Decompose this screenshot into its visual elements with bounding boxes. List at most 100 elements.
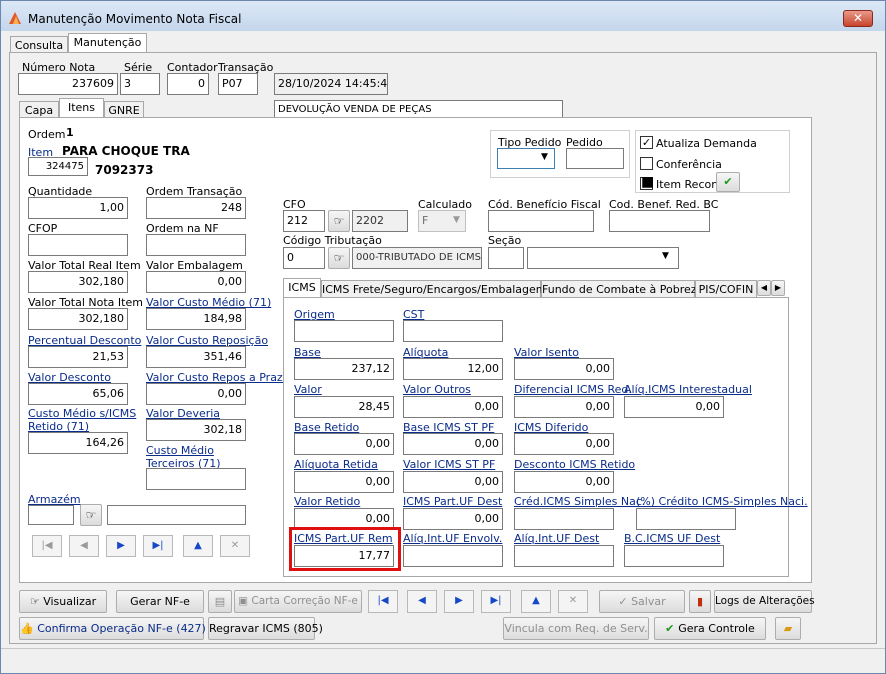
- next-record-icon[interactable]: ▶: [106, 535, 136, 557]
- base-icms-st-pf-field[interactable]: 0,00: [403, 433, 503, 455]
- confirma-operacao-button[interactable]: 👍 Confirma Operação NF-e (427): [19, 617, 206, 640]
- pct-credito-simples-field[interactable]: [636, 508, 736, 530]
- aliquota-retida-field[interactable]: 0,00: [294, 471, 394, 493]
- numero-nota-field[interactable]: 237609: [18, 73, 118, 95]
- tab-manutencao[interactable]: Manutenção: [68, 33, 147, 53]
- last-record-icon[interactable]: ▶|: [143, 535, 173, 557]
- tributacao-lookup-icon[interactable]: ☞: [328, 247, 350, 269]
- atualiza-demanda-checkbox[interactable]: ✓: [640, 136, 653, 149]
- tabs-scroll-left-icon[interactable]: ◀: [757, 280, 771, 296]
- printer-icon[interactable]: ▤: [208, 590, 232, 613]
- cst-field[interactable]: [403, 320, 503, 342]
- icms-part-uf-rem-field[interactable]: 17,77: [294, 545, 394, 567]
- bottom-insert-icon[interactable]: ▲: [521, 590, 551, 613]
- bottom-cancel-icon[interactable]: ✕: [558, 590, 588, 613]
- cfo-lookup-icon[interactable]: ☞: [328, 210, 350, 232]
- aliq-int-uf-dest-label[interactable]: Alíq.Int.UF Dest: [514, 532, 599, 545]
- valor-icms-st-pf-label[interactable]: Valor ICMS ST PF: [403, 458, 495, 471]
- valor-embalagem-field[interactable]: 0,00: [146, 271, 246, 293]
- valor-retido-label[interactable]: Valor Retido: [294, 495, 360, 508]
- secao-chevron-icon[interactable]: ▼: [662, 251, 669, 261]
- gera-controle-button[interactable]: ✔ Gera Controle: [654, 617, 766, 640]
- delete-record-icon[interactable]: ✕: [220, 535, 250, 557]
- insert-record-icon[interactable]: ▲: [183, 535, 213, 557]
- visualizar-button[interactable]: ☞ Visualizar: [19, 590, 107, 613]
- carta-correcao-button[interactable]: ▣ Carta Correção NF-e: [234, 590, 362, 613]
- close-button[interactable]: ✕: [843, 10, 873, 27]
- transacao-field[interactable]: P07: [218, 73, 258, 95]
- origem-field[interactable]: [294, 320, 394, 342]
- aliq-int-uf-dest-field[interactable]: [514, 545, 614, 567]
- aliquota-field[interactable]: 12,00: [403, 358, 503, 380]
- custo-medio-terceiros-field[interactable]: [146, 468, 246, 490]
- custo-medio-sicms-label-1[interactable]: Custo Médio s/ICMS: [28, 407, 136, 420]
- aliq-int-uf-envolv-field[interactable]: [403, 545, 503, 567]
- cred-icms-simples-label[interactable]: Créd.ICMS Simples Nac.: [514, 495, 645, 508]
- diferencial-icms-field[interactable]: 0,00: [514, 396, 614, 418]
- desconto-icms-retido-field[interactable]: 0,00: [514, 471, 614, 493]
- icms-diferido-field[interactable]: 0,00: [514, 433, 614, 455]
- aliq-interestadual-label[interactable]: Alíq.ICMS Interestadual: [624, 383, 752, 396]
- ordem-transacao-field[interactable]: 248: [146, 197, 246, 219]
- desconto-icms-retido-label[interactable]: Desconto ICMS Retido: [514, 458, 635, 471]
- secao-select[interactable]: [527, 247, 679, 269]
- ordem-nf-field[interactable]: [146, 234, 246, 256]
- armazem-lookup-icon[interactable]: ☞: [80, 504, 102, 526]
- cfo-field[interactable]: 212: [283, 210, 325, 232]
- valor-outros-field[interactable]: 0,00: [403, 396, 503, 418]
- bottom-next-icon[interactable]: ▶: [444, 590, 474, 613]
- cod-benef-red-field[interactable]: [609, 210, 710, 232]
- valor-total-nota-field[interactable]: 302,180: [28, 308, 128, 330]
- contador-field[interactable]: 0: [167, 73, 209, 95]
- armazem-field[interactable]: [28, 505, 74, 525]
- salvar-button[interactable]: ✓ Salvar: [599, 590, 685, 613]
- cred-icms-simples-field[interactable]: [514, 508, 614, 530]
- bottom-first-icon[interactable]: |◀: [368, 590, 398, 613]
- first-record-icon[interactable]: |◀: [32, 535, 62, 557]
- exit-door-icon[interactable]: ▮: [689, 590, 711, 613]
- valor-field[interactable]: 28,45: [294, 396, 394, 418]
- aliq-interestadual-field[interactable]: 0,00: [624, 396, 724, 418]
- item-recon-checkbox[interactable]: ■: [640, 175, 654, 190]
- tabs-scroll-right-icon[interactable]: ▶: [771, 280, 785, 296]
- diferencial-icms-label[interactable]: Diferencial ICMS Red.: [514, 383, 632, 396]
- quantidade-field[interactable]: 1,00: [28, 197, 128, 219]
- valor-outros-label[interactable]: Valor Outros: [403, 383, 471, 396]
- conferencia-checkbox[interactable]: [640, 157, 653, 170]
- item-code-field[interactable]: 324475: [28, 157, 88, 176]
- valor-custo-medio-field[interactable]: 184,98: [146, 308, 246, 330]
- valor-icms-st-pf-field[interactable]: 0,00: [403, 471, 503, 493]
- vincula-req-button[interactable]: Vincula com Req. de Serv.: [503, 617, 649, 640]
- valor-deveria-field[interactable]: 302,18: [146, 419, 246, 441]
- aliquota-retida-label[interactable]: Alíquota Retida: [294, 458, 378, 471]
- prev-record-icon[interactable]: ◀: [69, 535, 99, 557]
- custo-medio-sicms-field[interactable]: 164,26: [28, 432, 128, 454]
- valor-desconto-field[interactable]: 65,06: [28, 383, 128, 405]
- gerar-nfe-button[interactable]: Gerar NF-e: [116, 590, 204, 613]
- percentual-desconto-field[interactable]: 21,53: [28, 346, 128, 368]
- bc-icms-uf-dest-field[interactable]: [624, 545, 724, 567]
- secao-field[interactable]: [488, 247, 524, 269]
- icms-part-uf-dest-label[interactable]: ICMS Part.UF Dest: [403, 495, 502, 508]
- base-field[interactable]: 237,12: [294, 358, 394, 380]
- tab-icms[interactable]: ICMS: [283, 278, 321, 298]
- valor-custo-reposicao-field[interactable]: 351,46: [146, 346, 246, 368]
- serie-field[interactable]: 3: [120, 73, 160, 95]
- pct-credito-simples-label[interactable]: (%) Crédito ICMS-Simples Naci.: [636, 495, 808, 508]
- logs-alteracoes-button[interactable]: Logs de Alterações: [714, 590, 815, 613]
- valor-custo-repos-prazo-field[interactable]: 0,00: [146, 383, 246, 405]
- regravar-icms-button[interactable]: Regravar ICMS (805): [208, 617, 323, 640]
- valor-label[interactable]: Valor: [294, 383, 322, 396]
- cfop-field[interactable]: [28, 234, 128, 256]
- tab-itens[interactable]: Itens: [59, 98, 104, 118]
- bc-icms-uf-dest-label[interactable]: B.C.ICMS UF Dest: [624, 532, 720, 545]
- cod-beneficio-field[interactable]: [488, 210, 594, 232]
- bottom-prev-icon[interactable]: ◀: [407, 590, 437, 613]
- custo-medio-terceiros-label-1[interactable]: Custo Médio: [146, 444, 214, 457]
- folder-icon[interactable]: ▰: [775, 617, 801, 640]
- valor-total-real-field[interactable]: 302,180: [28, 271, 128, 293]
- pedido-field[interactable]: [566, 148, 624, 169]
- icms-part-uf-dest-field[interactable]: 0,00: [403, 508, 503, 530]
- confirm-check-button[interactable]: ✔: [716, 172, 740, 192]
- icms-part-uf-rem-label[interactable]: ICMS Part.UF Rem: [294, 532, 393, 545]
